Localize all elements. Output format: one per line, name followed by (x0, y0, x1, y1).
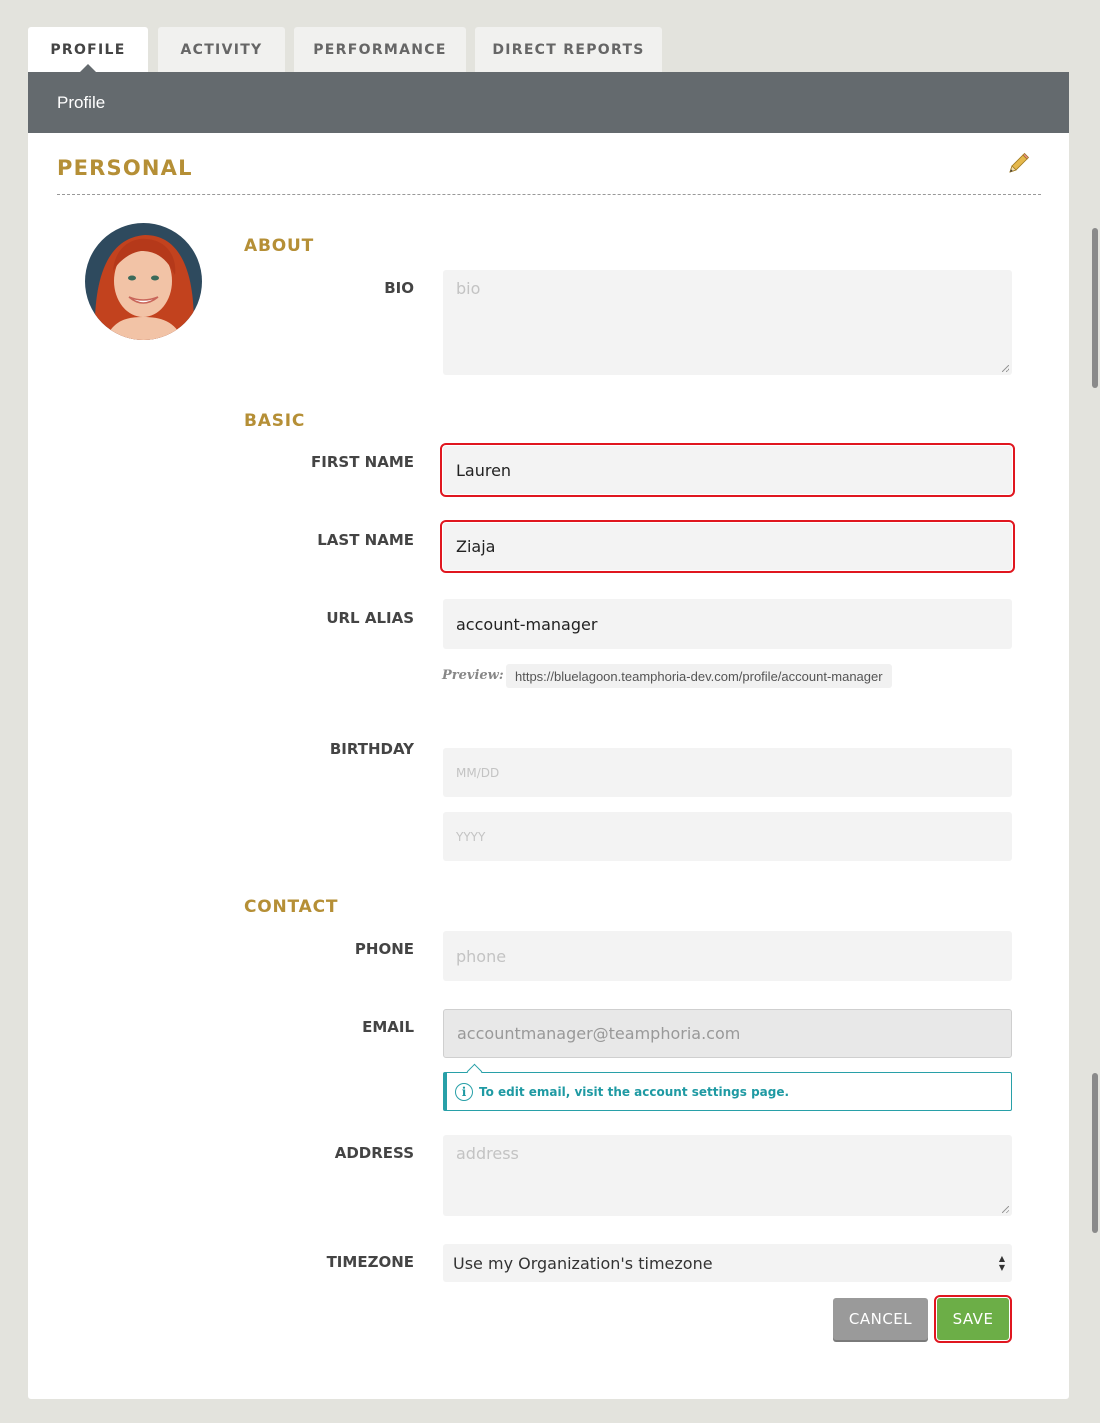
birthday-month-day-placeholder: MM/DD (456, 765, 500, 780)
save-button[interactable]: SAVE (934, 1295, 1012, 1343)
birthday-label: BIRTHDAY (329, 740, 414, 758)
email-info-text: To edit email, visit the account setting… (479, 1084, 790, 1099)
bio-label: BIO (384, 279, 414, 297)
timezone-label: TIMEZONE (326, 1253, 414, 1271)
email-value: accountmanager@teamphoria.com (457, 1024, 741, 1043)
last-name-input[interactable]: Ziaja (440, 520, 1015, 573)
tab-activity[interactable]: ACTIVITY (158, 27, 285, 72)
email-label: EMAIL (362, 1018, 414, 1036)
resize-handle-icon[interactable] (1002, 365, 1009, 372)
subheader: Profile (28, 72, 1069, 133)
birthday-month-day-input[interactable]: MM/DD (443, 748, 1012, 797)
subheader-title: Profile (57, 92, 106, 112)
bio-placeholder: bio (456, 279, 481, 298)
last-name-label: LAST NAME (317, 531, 414, 549)
phone-label: PHONE (354, 940, 414, 958)
first-name-label: FIRST NAME (311, 453, 414, 471)
group-title-about: ABOUT (244, 236, 314, 256)
birthday-year-placeholder: YYYY (456, 829, 486, 844)
address-placeholder: address (456, 1144, 519, 1163)
select-arrows-icon: ▲ ▼ (998, 1254, 1005, 1272)
scrollbar-thumb[interactable] (1092, 1073, 1098, 1233)
section-title: PERSONAL (57, 156, 193, 180)
first-name-input[interactable]: Lauren (440, 443, 1015, 497)
phone-input[interactable]: phone (443, 931, 1012, 981)
info-icon: i (455, 1082, 473, 1101)
email-input: accountmanager@teamphoria.com (443, 1009, 1012, 1058)
group-title-basic: BASIC (244, 411, 306, 431)
address-textarea[interactable]: address (443, 1135, 1012, 1216)
group-title-contact: CONTACT (244, 897, 339, 917)
bio-textarea[interactable]: bio (443, 270, 1012, 375)
timezone-select[interactable]: Use my Organization's timezone ▲ ▼ (443, 1244, 1012, 1282)
url-alias-label: URL ALIAS (326, 609, 414, 627)
cancel-button[interactable]: CANCEL (833, 1298, 928, 1340)
preview-url: https://bluelagoon.teamphoria-dev.com/pr… (506, 664, 892, 688)
profile-card: Profile PERSONAL ABOUT BIO bio BASIC FIR… (28, 72, 1069, 1399)
tab-profile[interactable]: PROFILE (28, 27, 148, 73)
phone-placeholder: phone (456, 946, 507, 966)
url-alias-input[interactable]: account-manager (443, 599, 1012, 649)
scrollbar-thumb[interactable] (1092, 228, 1098, 388)
first-name-value: Lauren (456, 460, 512, 480)
birthday-year-input[interactable]: YYYY (443, 812, 1012, 861)
address-label: ADDRESS (334, 1144, 414, 1162)
tab-performance[interactable]: PERFORMANCE (294, 27, 466, 72)
section-divider (57, 194, 1041, 195)
timezone-selected: Use my Organization's timezone (453, 1253, 713, 1273)
preview-label: Preview: (442, 668, 504, 683)
url-alias-value: account-manager (456, 614, 598, 634)
email-info-note: i To edit email, visit the account setti… (443, 1072, 1012, 1111)
resize-handle-icon[interactable] (1002, 1206, 1009, 1213)
tab-direct-reports[interactable]: DIRECT REPORTS (475, 27, 662, 72)
pencil-icon[interactable] (1006, 152, 1030, 176)
last-name-value: Ziaja (456, 537, 496, 556)
